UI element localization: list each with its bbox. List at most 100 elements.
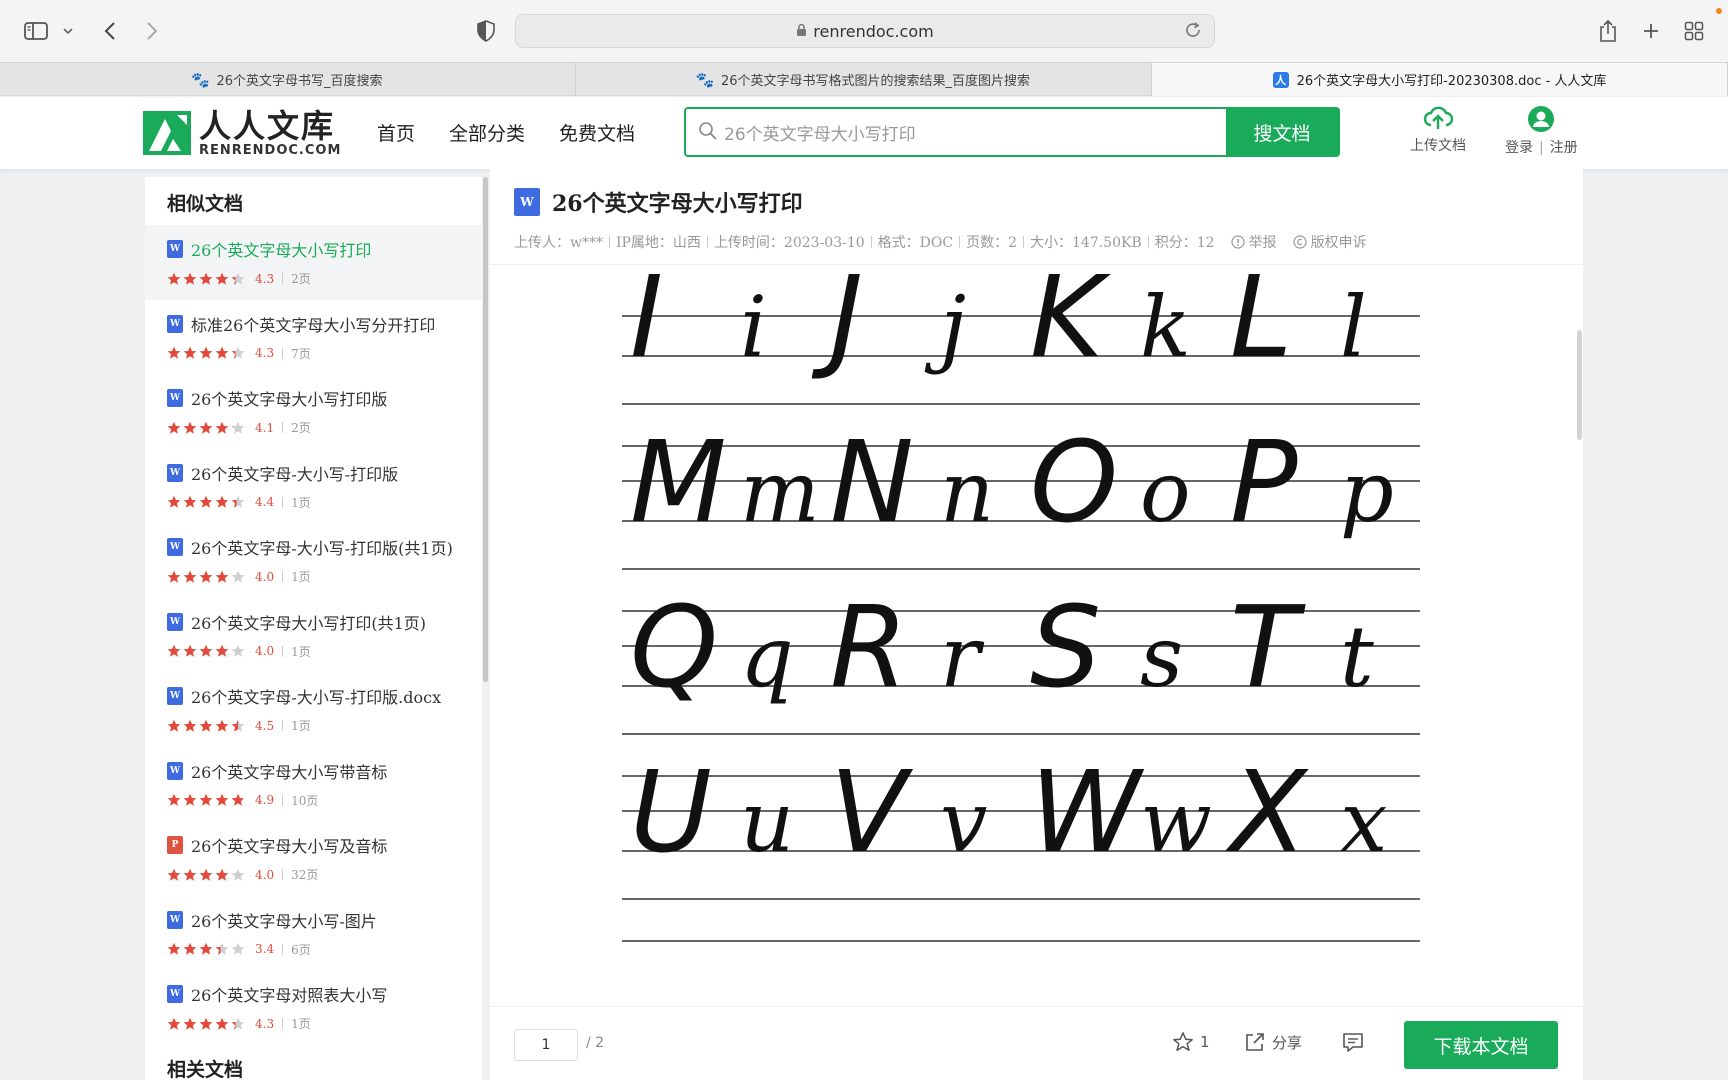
privacy-shield-icon[interactable] xyxy=(474,16,498,46)
copyright-label: 版权申诉 xyxy=(1310,235,1367,251)
rating-stars xyxy=(167,346,245,360)
lowercase-letter: k xyxy=(1140,278,1191,376)
word-doc-icon: W xyxy=(167,314,183,333)
rating-stars xyxy=(167,644,245,658)
similar-doc-item[interactable]: W 26个英文字母大小写打印版 4.1 2页 xyxy=(145,374,482,449)
rating-stars xyxy=(167,942,245,956)
star-icon xyxy=(231,719,245,732)
document-meta: 上传人：w*** IP属地：山西 上传时间：2023-03-10 格式：DOC … xyxy=(514,232,1367,252)
sidebar-toggle-icon[interactable] xyxy=(22,16,50,46)
lowercase-letter: v xyxy=(940,773,987,871)
pdf-doc-icon: P xyxy=(167,836,183,854)
star-icon xyxy=(215,495,229,508)
star-icon xyxy=(231,644,245,657)
browser-tab-3[interactable]: 人 26个英文字母大小写打印-20230308.doc - 人人文库 xyxy=(1152,63,1728,96)
lowercase-letter: x xyxy=(1340,773,1387,871)
back-arrow-icon[interactable] xyxy=(98,16,122,46)
forward-arrow-icon[interactable] xyxy=(140,16,164,46)
rating-score: 3.4 xyxy=(255,942,275,956)
lowercase-letter: s xyxy=(1140,608,1183,706)
rating-score: 4.9 xyxy=(255,793,275,807)
star-icon xyxy=(167,1017,181,1030)
uppercase-letter: U xyxy=(630,748,712,878)
star-icon xyxy=(199,346,213,359)
uppercase-letter: L xyxy=(1230,266,1292,383)
browser-tab-2[interactable]: 🐾 26个英文字母书写格式图片的搜索结果_百度图片搜索 xyxy=(576,63,1152,96)
new-tab-plus-icon[interactable] xyxy=(1638,16,1664,46)
star-icon xyxy=(183,495,197,508)
document-scrollbar[interactable] xyxy=(1577,330,1582,440)
site-logo[interactable]: 人人文库 RENRENDOC.COM xyxy=(143,106,341,160)
star-icon xyxy=(199,793,213,806)
word-doc-icon: W xyxy=(167,985,183,1003)
address-bar[interactable]: renrendoc.com xyxy=(515,14,1215,48)
star-icon xyxy=(183,942,197,955)
chevron-down-icon[interactable] xyxy=(60,16,76,46)
url-text: renrendoc.com xyxy=(813,21,934,41)
lowercase-letter: i xyxy=(740,278,767,376)
similar-doc-item[interactable]: W 26个英文字母大小写打印(共1页) 4.0 1页 xyxy=(145,598,482,673)
rating-score: 4.5 xyxy=(255,718,275,733)
nav-free-docs[interactable]: 免费文档 xyxy=(559,119,635,146)
user-avatar-icon[interactable] xyxy=(1527,105,1555,133)
document-title-text: 26个英文字母大小写打印 xyxy=(552,191,803,217)
reload-icon[interactable] xyxy=(1184,21,1202,43)
similar-doc-item[interactable]: W 26个英文字母对照表大小写 4.3 1页 xyxy=(145,970,482,1045)
sidebar-title: 相似文档 xyxy=(167,193,244,215)
similar-doc-item[interactable]: W 标准26个英文字母大小写分开打印 4.3 7页 xyxy=(145,300,482,375)
share-button[interactable]: 分享 xyxy=(1244,1031,1302,1053)
uppercase-letter: R xyxy=(830,583,908,713)
comment-button[interactable] xyxy=(1342,1031,1364,1053)
site-header: 人人文库 RENRENDOC.COM 首页 全部分类 免费文档 搜文档 上传文档… xyxy=(0,97,1728,169)
related-docs-title: 相关文档 xyxy=(167,1058,244,1080)
page-number-input[interactable]: 1 xyxy=(514,1029,578,1061)
copyright-link[interactable]: 版权申诉 xyxy=(1292,232,1367,252)
lowercase-letter: r xyxy=(940,608,985,706)
upload-label: 上传文档 xyxy=(1410,138,1466,154)
star-icon xyxy=(215,868,229,881)
similar-doc-item[interactable]: W 26个英文字母大小写带音标 4.9 10页 xyxy=(145,747,482,822)
search-button[interactable]: 搜文档 xyxy=(1226,109,1338,155)
similar-doc-item[interactable]: W 26个英文字母大小写打印 4.3 2页 xyxy=(145,225,482,300)
star-icon xyxy=(231,868,245,881)
page-count: 10页 xyxy=(291,793,319,808)
uppercase-letter: J xyxy=(811,266,863,383)
download-button[interactable]: 下载本文档 xyxy=(1404,1021,1558,1069)
upload-doc-button[interactable]: 上传文档 xyxy=(1410,105,1466,155)
favorite-button[interactable]: 1 xyxy=(1172,1031,1210,1053)
lowercase-letter: u xyxy=(740,773,794,871)
browser-tab-1[interactable]: 🐾 26个英文字母书写_百度搜索 xyxy=(0,63,576,96)
login-link[interactable]: 登录 xyxy=(1505,140,1533,156)
similar-doc-title: 26个英文字母-大小写-打印版 xyxy=(191,464,399,484)
sidebar-scrollbar[interactable] xyxy=(483,177,488,682)
search-input[interactable] xyxy=(686,109,1226,155)
word-doc-icon: W xyxy=(167,240,183,258)
main-nav: 首页 全部分类 免费文档 xyxy=(377,119,635,146)
nav-home[interactable]: 首页 xyxy=(377,119,415,146)
report-link[interactable]: 举报 xyxy=(1230,232,1277,252)
similar-doc-title: 26个英文字母大小写打印 xyxy=(191,241,372,260)
similar-doc-item[interactable]: W 26个英文字母大小写-图片 3.4 6页 xyxy=(145,896,482,971)
register-link[interactable]: 注册 xyxy=(1550,140,1578,156)
word-doc-icon: W xyxy=(167,687,183,705)
similar-doc-item[interactable]: P 26个英文字母大小写及音标 4.0 32页 xyxy=(145,821,482,896)
similar-doc-item[interactable]: W 26个英文字母-大小写-打印版.docx 4.5 1页 xyxy=(145,672,482,747)
share-icon[interactable] xyxy=(1594,16,1622,46)
page-count: 6页 xyxy=(291,942,311,957)
word-doc-icon: W xyxy=(167,612,183,631)
similar-doc-item[interactable]: W 26个英文字母-大小写-打印版(共1页) 4.0 1页 xyxy=(145,523,482,598)
star-icon xyxy=(231,272,245,285)
meta-ip: IP属地：山西 xyxy=(615,235,701,251)
similar-doc-item[interactable]: W 26个英文字母-大小写-打印版 4.4 1页 xyxy=(145,449,482,524)
tab-overview-icon[interactable] xyxy=(1680,16,1708,46)
meta-format: 格式：DOC xyxy=(877,235,954,251)
tab-label: 26个英文字母大小写打印-20230308.doc - 人人文库 xyxy=(1296,74,1607,89)
star-icon xyxy=(167,346,181,359)
star-outline-icon xyxy=(1173,1032,1193,1051)
nav-categories[interactable]: 全部分类 xyxy=(449,119,525,146)
star-icon xyxy=(183,421,197,434)
star-icon xyxy=(167,644,181,657)
browser-toolbar: renrendoc.com xyxy=(0,0,1728,62)
share-arrow-icon xyxy=(1246,1033,1264,1051)
star-icon xyxy=(231,421,245,434)
